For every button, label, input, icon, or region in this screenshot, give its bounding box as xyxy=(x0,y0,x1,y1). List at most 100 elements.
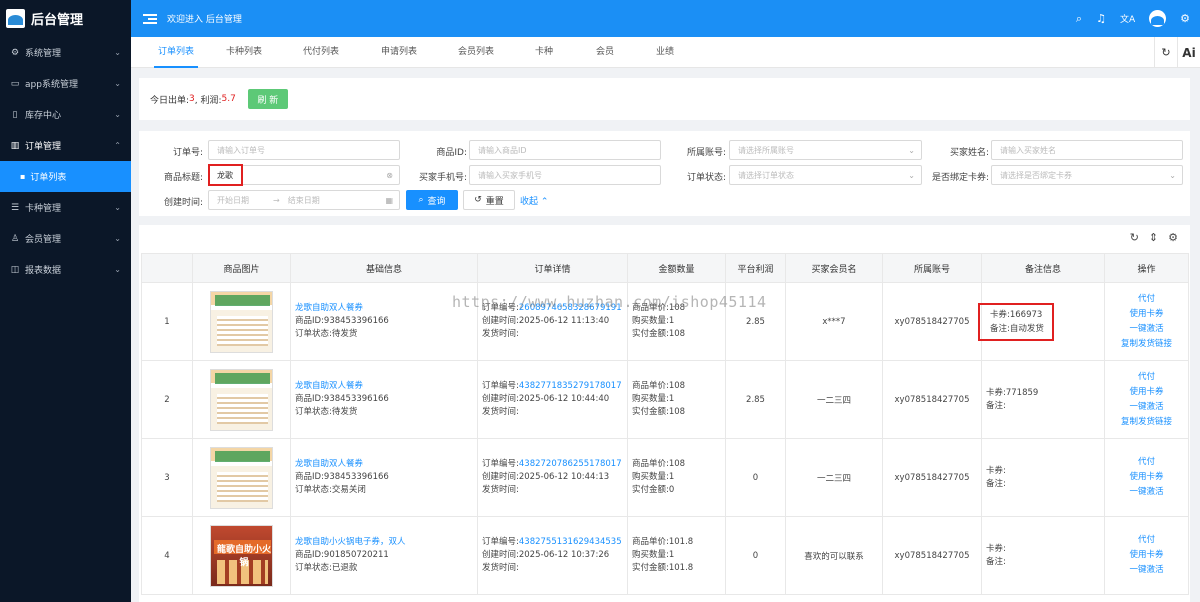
buyer-name-input[interactable]: 请输入买家姓名 xyxy=(991,140,1183,160)
copy-link[interactable]: 复制发货链接 xyxy=(1105,415,1188,430)
stats-prefix: 今日出单: xyxy=(150,95,190,106)
table-row: 2 龙歌自助双人餐券 商品ID:938453396166 订单状态:待发货 订单… xyxy=(141,360,1189,439)
menu-toggle-icon[interactable] xyxy=(143,12,157,26)
column-header: 订单详情 xyxy=(477,253,628,283)
copy-link[interactable]: 复制发货链接 xyxy=(1105,337,1188,352)
account-label: 所属账号: xyxy=(686,148,726,158)
translate-icon[interactable]: 文A xyxy=(1120,12,1135,25)
tab-tools: ↻ Ai xyxy=(1154,37,1200,68)
product-image-cell xyxy=(192,360,291,439)
sidebar-item-members[interactable]: ♙ 会员管理 ⌄ xyxy=(0,223,131,254)
tab-card-type-list[interactable]: 卡种列表 xyxy=(224,37,264,68)
table-row: 1 龙歌自助双人餐券 商品ID:938453396166 订单状态:待发货 订单… xyxy=(141,282,1189,361)
order-no-link[interactable]: 4382720786255178017 xyxy=(519,459,622,469)
use-card-link[interactable]: 使用卡券 xyxy=(1105,548,1188,563)
column-header: 所属账号 xyxy=(882,253,982,283)
proxy-pay-link[interactable]: 代付 xyxy=(1105,292,1188,307)
card-code: 卡券:771859 xyxy=(986,387,1039,398)
platform-profit: 0 xyxy=(725,516,786,595)
account-select[interactable]: 请选择所属账号 ⌄ xyxy=(729,140,922,160)
sidebar-subitem-order-list[interactable]: ▪ 订单列表 xyxy=(0,161,131,192)
order-no-input[interactable]: 请输入订单号 xyxy=(208,140,400,160)
tab-card-type[interactable]: 卡种 xyxy=(534,37,554,68)
chevron-down-icon: ⌄ xyxy=(114,110,121,119)
chevron-up-icon: ⌃ xyxy=(540,197,549,207)
settings-icon[interactable]: ⚙ xyxy=(1168,231,1178,244)
query-button[interactable]: ⌕ 查询 xyxy=(406,190,458,210)
sidebar-item-card-types[interactable]: ☰ 卡种管理 ⌄ xyxy=(0,192,131,223)
note-text: 备注:自动发货 xyxy=(990,323,1044,334)
bind-card-select[interactable]: 请选择是否绑定卡券 ⌄ xyxy=(991,165,1183,185)
tab-performance[interactable]: 业绩 xyxy=(655,37,675,68)
product-title-link[interactable]: 龙歌自助双人餐券 xyxy=(295,380,477,393)
date-range-picker[interactable]: 开始日期 → 结束日期 ▦ xyxy=(208,190,400,210)
sidebar-item-orders[interactable]: ▥ 订单管理 ⌃ xyxy=(0,130,131,161)
logo[interactable]: 后台管理 xyxy=(0,0,131,37)
product-title-link[interactable]: 龙歌自助小火锅电子券，双人 xyxy=(295,536,477,549)
logo-icon xyxy=(6,9,25,28)
order-no-link[interactable]: 4382771835279178017 xyxy=(519,381,622,391)
bell-icon[interactable]: ♫ xyxy=(1096,12,1106,25)
product-id-text: 商品ID:938453396166 xyxy=(295,472,389,482)
product-title-link[interactable]: 龙歌自助双人餐券 xyxy=(295,302,477,315)
order-status-placeholder: 请选择订单状态 xyxy=(738,170,794,180)
quantity: 购买数量:1 xyxy=(632,550,675,560)
sidebar-item-inventory[interactable]: ▯ 库存中心 ⌄ xyxy=(0,99,131,130)
refresh-icon[interactable]: ↻ xyxy=(1130,231,1139,244)
order-no-link[interactable]: 4382755131629434535 xyxy=(519,537,622,547)
use-card-link[interactable]: 使用卡券 xyxy=(1105,470,1188,485)
clear-icon[interactable]: ⊗ xyxy=(386,171,393,180)
chevron-up-icon: ⌃ xyxy=(114,141,121,150)
proxy-pay-link[interactable]: 代付 xyxy=(1105,455,1188,470)
reload-icon[interactable]: ↻ xyxy=(1154,37,1177,68)
proxy-pay-link[interactable]: 代付 xyxy=(1105,370,1188,385)
arrow-right-icon: → xyxy=(273,195,280,205)
tab-member-list[interactable]: 会员列表 xyxy=(456,37,496,68)
activate-link[interactable]: 一键激活 xyxy=(1105,563,1188,578)
product-image[interactable]: 龍歌自助小火锅 xyxy=(210,524,273,587)
sidebar-item-reports[interactable]: ◫ 报表数据 ⌄ xyxy=(0,254,131,285)
order-no-label: 订单编号: xyxy=(482,381,519,391)
tab-order-list[interactable]: 订单列表 xyxy=(154,37,198,68)
tab-proxy-pay-list[interactable]: 代付列表 xyxy=(301,37,341,68)
order-status-select[interactable]: 请选择订单状态 ⌄ xyxy=(729,165,922,185)
row-index: 2 xyxy=(141,360,193,439)
sidebar: 后台管理 ⚙ 系统管理 ⌄ ▭ app系统管理 ⌄ ▯ 库存中心 ⌄ ▥ 订单管理 ⌃ ▪ 订单列… xyxy=(0,0,131,602)
collapse-link[interactable]: 收起 ⌃ xyxy=(520,194,548,207)
list-icon: ☰ xyxy=(10,202,20,213)
proxy-pay-link[interactable]: 代付 xyxy=(1105,533,1188,548)
refresh-button[interactable]: 刷 新 xyxy=(247,89,288,109)
unit-price: 商品单价:108 xyxy=(632,303,686,313)
use-card-link[interactable]: 使用卡券 xyxy=(1105,307,1188,322)
product-image[interactable] xyxy=(210,290,273,353)
search-icon[interactable]: ⌕ xyxy=(1076,12,1082,26)
ai-button[interactable]: Ai xyxy=(1177,37,1200,68)
order-no-label: 订单编号: xyxy=(482,303,519,313)
sidebar-item-system[interactable]: ⚙ 系统管理 ⌄ xyxy=(0,37,131,68)
tab-application-list[interactable]: 申请列表 xyxy=(379,37,419,68)
actions-cell: 代付 使用卡券 一键激活 复制发货链接 xyxy=(1104,282,1189,361)
activate-link[interactable]: 一键激活 xyxy=(1105,400,1188,415)
activate-link[interactable]: 一键激活 xyxy=(1105,322,1188,337)
column-header: 备注信息 xyxy=(981,253,1105,283)
order-no-link[interactable]: 2608974658328679191 xyxy=(519,303,622,313)
buyer-phone-input[interactable]: 请输入买家手机号 xyxy=(469,165,661,185)
product-image[interactable] xyxy=(210,446,273,509)
product-title-link[interactable]: 龙歌自助双人餐券 xyxy=(295,458,477,471)
tab-bar: 订单列表 卡种列表 代付列表 申请列表 会员列表 卡种 会员 业绩 ↻ Ai xyxy=(131,37,1200,68)
use-card-link[interactable]: 使用卡券 xyxy=(1105,385,1188,400)
note-text: 备注: xyxy=(986,478,1006,489)
tab-member[interactable]: 会员 xyxy=(595,37,615,68)
avatar[interactable] xyxy=(1149,10,1167,27)
sidebar-item-app-system[interactable]: ▭ app系统管理 ⌄ xyxy=(0,68,131,99)
column-height-icon[interactable]: ⇕ xyxy=(1149,231,1158,244)
product-title-value: 龙歌 xyxy=(217,170,233,180)
product-id-input[interactable]: 请输入商品ID xyxy=(469,140,661,160)
account: xy078518427705 xyxy=(882,516,982,595)
reset-button[interactable]: ↺ 重置 xyxy=(463,190,515,210)
note-cell: 卡券: 备注: xyxy=(981,438,1105,517)
sidebar-item-label: 订单管理 xyxy=(25,142,62,152)
product-image[interactable] xyxy=(210,368,273,431)
settings-icon[interactable]: ⚙ xyxy=(1180,12,1190,25)
activate-link[interactable]: 一键激活 xyxy=(1105,485,1188,500)
